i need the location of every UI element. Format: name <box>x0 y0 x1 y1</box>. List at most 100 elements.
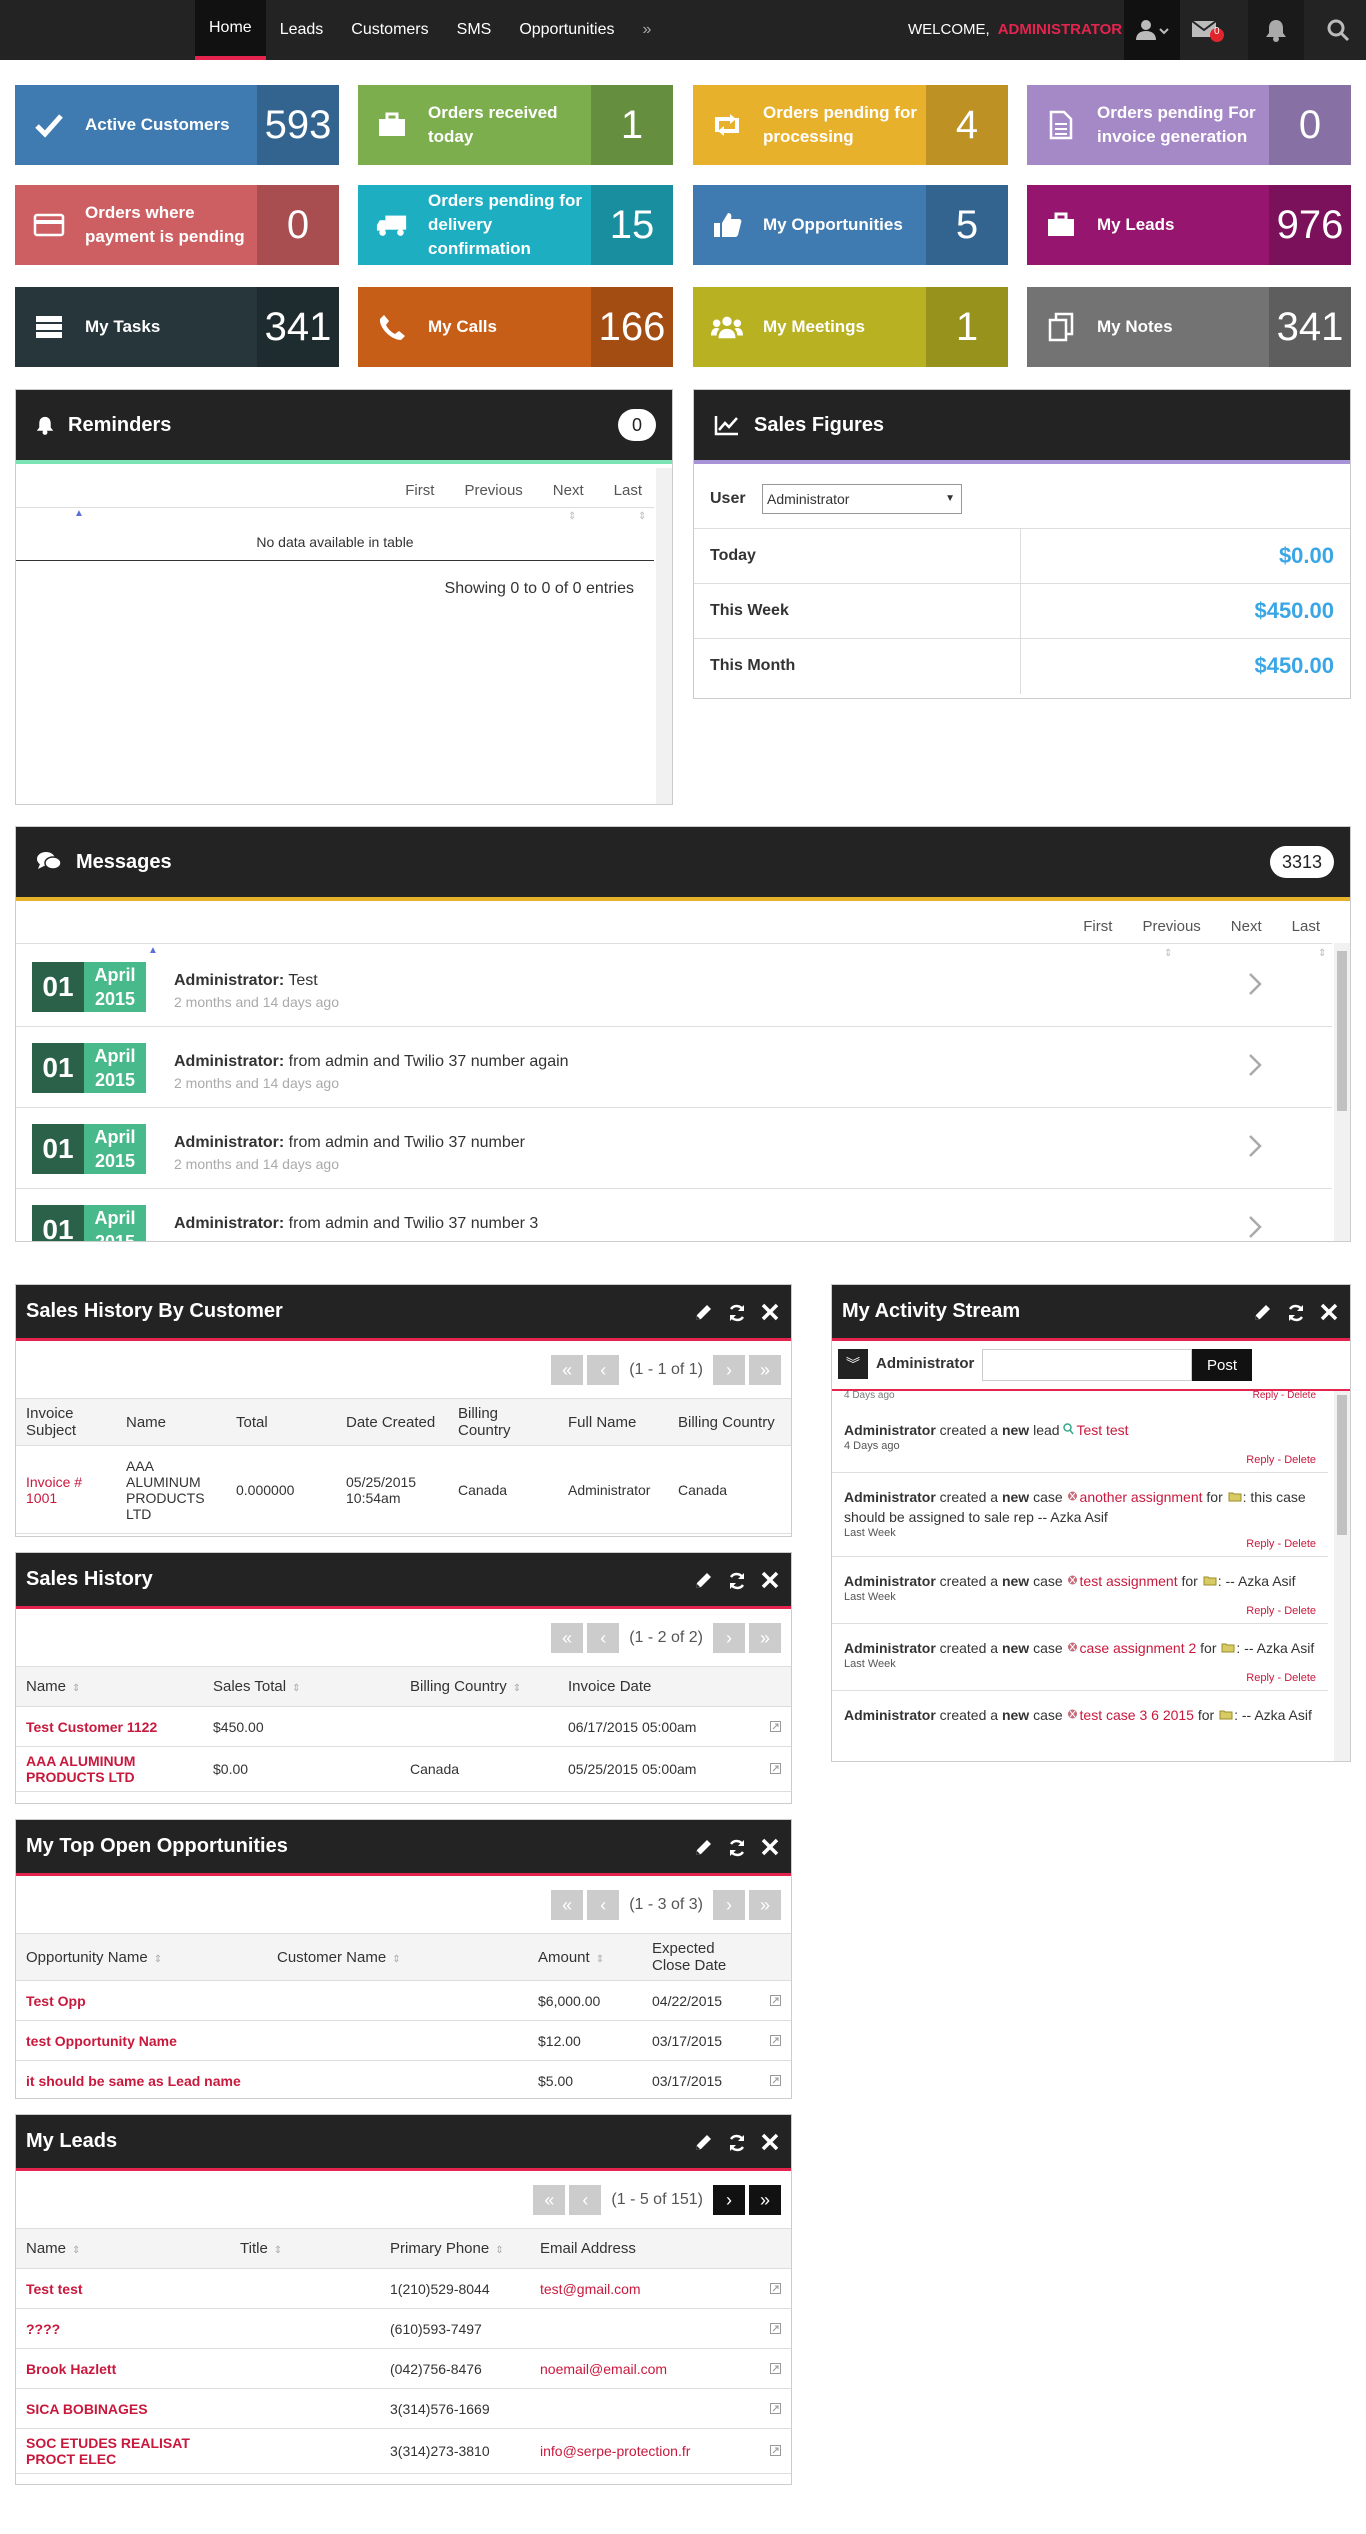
column-header[interactable]: Name ⇕ <box>16 1666 203 1707</box>
lead-name-link[interactable]: SOC ETUDES REALISAT PROCT ELEC <box>16 2428 230 2474</box>
sort-icon[interactable]: ⇕ <box>495 2245 503 2256</box>
open-external-icon[interactable] <box>760 2268 791 2309</box>
lead-name-link[interactable]: ???? <box>16 2308 230 2349</box>
pager-next[interactable]: Next <box>553 482 584 499</box>
tile-my-tasks[interactable]: My Tasks 341 <box>15 287 339 367</box>
activity-user[interactable]: Administrator <box>844 1707 936 1723</box>
tile-my-meetings[interactable]: My Meetings 1 <box>693 287 1008 367</box>
nav-more-chevron-icon[interactable]: » <box>628 0 665 60</box>
tile-my-opportunities[interactable]: My Opportunities 5 <box>693 185 1008 265</box>
prev-page-icon[interactable]: ‹ <box>587 1890 620 1920</box>
scrollbar[interactable] <box>656 468 672 804</box>
first-page-icon[interactable]: « <box>551 1890 584 1920</box>
close-icon[interactable] <box>761 1838 779 1864</box>
column-header[interactable]: Amount ⇕ <box>528 1933 642 1981</box>
sort-icon[interactable]: ⇕ <box>274 2245 282 2256</box>
refresh-icon[interactable] <box>727 1838 747 1864</box>
column-header[interactable]: Primary Phone ⇕ <box>380 2228 530 2269</box>
last-page-icon[interactable]: » <box>749 1890 781 1920</box>
email-link[interactable]: test@gmail.com <box>530 2268 760 2309</box>
column-header[interactable]: Expected Close Date <box>642 1933 760 1981</box>
prev-page-icon[interactable]: ‹ <box>587 1355 620 1385</box>
close-icon[interactable] <box>761 2133 779 2159</box>
lead-name-link[interactable]: Brook Hazlett <box>16 2348 230 2389</box>
column-header[interactable]: Billing Country <box>668 1398 791 1446</box>
reply-delete-links[interactable]: Reply - Delete <box>1246 1538 1316 1550</box>
activity-user[interactable]: Administrator <box>844 1640 936 1656</box>
column-header[interactable]: Name <box>116 1398 226 1446</box>
activity-link[interactable]: test case 3 6 2015 <box>1080 1707 1194 1723</box>
search-icon[interactable] <box>1310 0 1366 60</box>
chevron-right-icon[interactable] <box>1248 1134 1262 1161</box>
column-header[interactable]: Billing Country <box>448 1398 558 1446</box>
first-page-icon[interactable]: « <box>551 1355 584 1385</box>
reply-delete-links[interactable]: Reply - Delete <box>1246 1454 1316 1466</box>
invoice-link[interactable]: Invoice # 1001 <box>16 1445 116 1534</box>
sort-icon[interactable]: ⇕ <box>596 1954 604 1965</box>
pager-first[interactable]: First <box>405 482 434 499</box>
nav-leads[interactable]: Leads <box>266 0 338 60</box>
open-external-icon[interactable] <box>760 2020 791 2061</box>
edit-pencil-icon[interactable] <box>693 1571 713 1597</box>
pager-first[interactable]: First <box>1083 918 1112 935</box>
column-header[interactable]: Invoice Date <box>558 1666 760 1707</box>
open-external-icon[interactable] <box>760 1980 791 2021</box>
open-external-icon[interactable] <box>760 2308 791 2349</box>
refresh-icon[interactable] <box>727 2133 747 2159</box>
prev-page-icon[interactable]: ‹ <box>569 2185 602 2215</box>
activity-link[interactable]: case assignment 2 <box>1080 1640 1197 1656</box>
tile-orders-pending-for-delivery-confirmation[interactable]: Orders pending for delivery confirmation… <box>358 185 673 265</box>
tile-my-notes[interactable]: My Notes 341 <box>1027 287 1351 367</box>
nav-opportunities[interactable]: Opportunities <box>505 0 628 60</box>
next-page-icon[interactable]: › <box>713 1890 745 1920</box>
column-header[interactable]: Billing Country ⇕ <box>400 1666 558 1707</box>
activity-link[interactable]: Test test <box>1076 1422 1128 1438</box>
column-header[interactable]: Invoice Subject <box>16 1398 116 1446</box>
close-icon[interactable] <box>761 1571 779 1597</box>
activity-user[interactable]: Administrator <box>844 1573 936 1589</box>
column-header[interactable]: Full Name <box>558 1398 668 1446</box>
column-header[interactable]: Customer Name ⇕ <box>267 1933 528 1981</box>
reply-delete-links[interactable]: Reply - Delete <box>1246 1605 1316 1617</box>
last-page-icon[interactable]: » <box>749 2185 781 2215</box>
pager-next[interactable]: Next <box>1231 918 1262 935</box>
sort-icon[interactable]: ⇕ <box>72 2245 80 2256</box>
chevron-right-icon[interactable] <box>1248 1053 1262 1080</box>
next-page-icon[interactable]: › <box>713 1355 745 1385</box>
next-page-icon[interactable]: › <box>713 2185 745 2215</box>
post-button[interactable]: Post <box>1192 1349 1252 1381</box>
last-page-icon[interactable]: » <box>749 1355 781 1385</box>
tile-orders-pending-for-processing[interactable]: Orders pending for processing 4 <box>693 85 1008 165</box>
open-external-icon[interactable] <box>760 2388 791 2429</box>
reply-delete-links[interactable]: Reply - Delete <box>1246 1672 1316 1684</box>
prev-page-icon[interactable]: ‹ <box>587 1623 620 1653</box>
column-header[interactable]: Sales Total ⇕ <box>203 1666 400 1707</box>
lead-name-link[interactable]: Test test <box>16 2268 230 2309</box>
tile-orders-pending-for-invoice-generation[interactable]: Orders pending For invoice generation 0 <box>1027 85 1351 165</box>
message-item[interactable]: 01 April 2015 Administrator: from admin and… <box>16 1189 1332 1241</box>
user-select[interactable]: Administrator ▼ <box>762 484 962 514</box>
refresh-icon[interactable] <box>727 1571 747 1597</box>
open-external-icon[interactable] <box>760 2348 791 2389</box>
bell-icon[interactable] <box>1248 0 1304 60</box>
sort-icon[interactable]: ⇕ <box>292 1683 300 1694</box>
customer-name-link[interactable]: Test Customer 1122 <box>16 1706 203 1747</box>
next-page-icon[interactable]: › <box>713 1623 745 1653</box>
sort-icon[interactable]: ⇕ <box>72 1683 80 1694</box>
message-item[interactable]: 01 April 2015 Administrator: from admin and… <box>16 1027 1332 1108</box>
tile-orders-received-today[interactable]: Orders received today 1 <box>358 85 673 165</box>
email-link[interactable] <box>530 2388 760 2429</box>
welcome-username[interactable]: ADMINISTRATOR <box>998 21 1122 38</box>
open-external-icon[interactable] <box>760 1746 791 1792</box>
pager-last[interactable]: Last <box>614 482 642 499</box>
tile-orders-where-payment-is-pending[interactable]: Orders where payment is pending 0 <box>15 185 339 265</box>
activity-link[interactable]: test assignment <box>1080 1573 1178 1589</box>
close-icon[interactable] <box>761 1303 779 1329</box>
sort-icon[interactable]: ⇕ <box>568 511 576 522</box>
mail-icon[interactable]: 0 <box>1180 0 1236 60</box>
tile-my-calls[interactable]: My Calls 166 <box>358 287 673 367</box>
edit-pencil-icon[interactable] <box>693 1838 713 1864</box>
column-header[interactable]: Date Created <box>336 1398 448 1446</box>
nav-home[interactable]: Home <box>195 0 266 60</box>
chevron-right-icon[interactable] <box>1248 972 1262 999</box>
